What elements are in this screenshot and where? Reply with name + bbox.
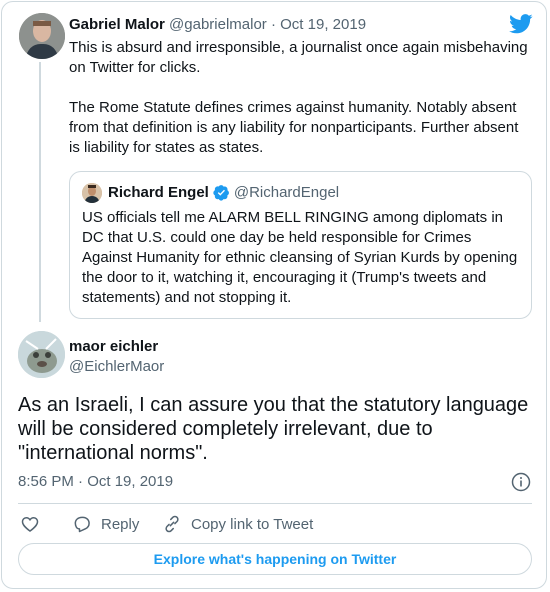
- quoted-tweet[interactable]: Richard Engel @RichardEngel US officials…: [69, 171, 532, 319]
- copy-link-label: Copy link to Tweet: [191, 515, 314, 533]
- verified-badge-icon: [213, 185, 229, 201]
- avatar-richard-engel: [82, 183, 102, 203]
- divider: [18, 503, 532, 504]
- link-icon: [165, 515, 179, 533]
- info-icon[interactable]: [511, 472, 531, 492]
- avatar-maor-eichler[interactable]: [18, 331, 65, 378]
- explore-twitter-button[interactable]: Explore what's happening on Twitter: [18, 543, 532, 575]
- main-tweet-timestamp[interactable]: 8:56 PM · Oct 19, 2019: [18, 473, 173, 490]
- parent-tweet-date[interactable]: Oct 19, 2019: [280, 16, 366, 33]
- like-button[interactable]: [20, 514, 40, 534]
- quoted-tweet-text: US officials tell me ALARM BELL RINGING …: [82, 209, 518, 306]
- thread-connector-line: [39, 62, 41, 322]
- main-author-handle[interactable]: @EichlerMaor: [69, 358, 164, 375]
- separator-dot: ·: [270, 16, 276, 33]
- copy-link-button[interactable]: Copy link to Tweet: [162, 514, 313, 534]
- parent-author-handle[interactable]: @gabrielmalor: [169, 16, 267, 33]
- reply-button[interactable]: Reply: [72, 514, 139, 534]
- main-author-name[interactable]: maor eichler: [69, 338, 158, 355]
- avatar-gabriel-malor[interactable]: [19, 13, 65, 59]
- parent-author-name[interactable]: Gabriel Malor: [69, 16, 165, 33]
- parent-tweet-paragraph-2: The Rome Statute defines crimes against …: [69, 99, 519, 156]
- twitter-bird-icon[interactable]: [509, 14, 533, 34]
- reply-label: Reply: [101, 515, 140, 533]
- parent-tweet-paragraph-1: This is absurd and irresponsible, a jour…: [69, 39, 528, 76]
- quoted-author-name: Richard Engel: [108, 184, 209, 201]
- quoted-tweet-header: Richard Engel @RichardEngel: [108, 184, 339, 201]
- quoted-author-handle: @RichardEngel: [233, 184, 340, 201]
- heart-icon: [21, 516, 39, 533]
- reply-icon: [74, 516, 90, 533]
- parent-tweet-header: Gabriel Malor @gabrielmalor · Oct 19, 20…: [69, 16, 366, 33]
- main-tweet-text: As an Israeli, I can assure you that the…: [18, 394, 529, 464]
